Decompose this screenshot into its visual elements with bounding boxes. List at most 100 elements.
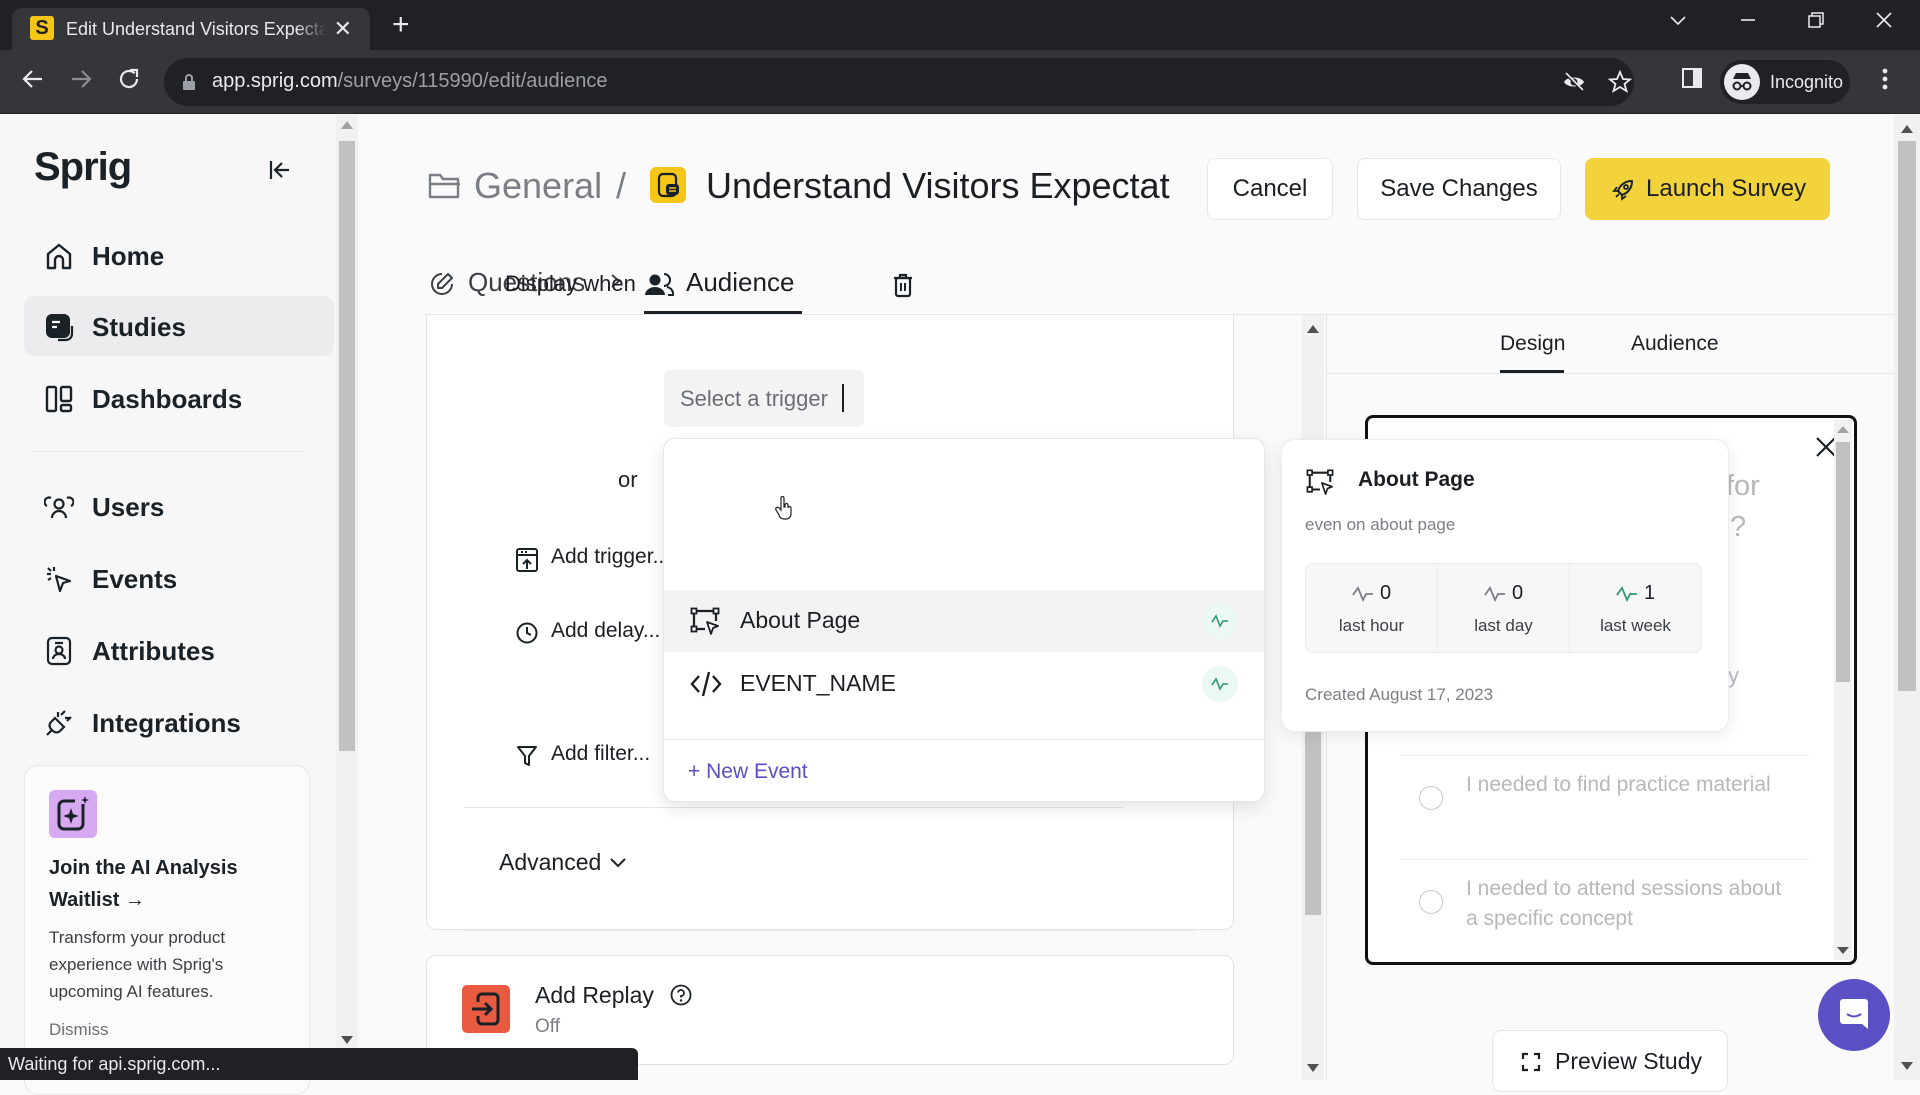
scroll-up-arrow-icon[interactable] <box>341 121 353 129</box>
side-panel-icon[interactable] <box>1680 66 1704 90</box>
sidebar-item-label: Dashboards <box>92 384 243 414</box>
minimize-icon[interactable] <box>1738 10 1758 30</box>
replay-icon <box>462 985 510 1033</box>
integrations-icon <box>44 708 74 738</box>
survey-option[interactable]: I needed to find practice material <box>1400 755 1810 847</box>
scrollbar-thumb[interactable] <box>1898 141 1916 691</box>
collapse-sidebar-icon[interactable] <box>268 159 292 181</box>
browser-menu-icon[interactable] <box>1880 66 1890 92</box>
add-trigger-icon <box>515 547 539 573</box>
survey-preview-scrollbar[interactable] <box>1834 420 1852 960</box>
scroll-down-arrow-icon[interactable] <box>1307 1064 1319 1072</box>
restore-icon[interactable] <box>1806 10 1826 30</box>
sidebar-item-studies[interactable]: Studies <box>24 296 334 356</box>
chat-icon <box>1838 997 1870 1033</box>
reload-icon[interactable] <box>116 66 142 92</box>
dropdown-option-label: About Page <box>740 607 861 633</box>
questions-edit-icon <box>428 270 456 298</box>
browser-tab[interactable]: S Edit Understand Visitors Expectat ✕ <box>12 8 370 50</box>
breadcrumb-folder[interactable]: General <box>428 165 602 207</box>
study-type-icon <box>650 167 686 203</box>
sidebar-item-label: Studies <box>92 312 186 342</box>
scroll-up-arrow-icon[interactable] <box>1307 325 1319 333</box>
eye-off-icon[interactable] <box>1562 70 1586 94</box>
dropdown-footer-divider <box>664 739 1264 740</box>
address-bar[interactable]: app.sprig.com/surveys/115990/edit/audien… <box>164 58 1634 106</box>
cancel-button[interactable]: Cancel <box>1207 158 1333 220</box>
advanced-toggle[interactable]: Advanced <box>499 849 627 876</box>
delete-trigger-icon[interactable] <box>892 272 914 298</box>
close-window-icon[interactable] <box>1874 10 1894 30</box>
launch-survey-button[interactable]: Launch Survey <box>1585 158 1830 220</box>
scroll-up-arrow-icon[interactable] <box>1901 125 1913 133</box>
dropdown-option-event-name[interactable]: EVENT_NAME <box>664 653 1264 715</box>
scroll-down-arrow-icon[interactable] <box>341 1036 353 1044</box>
sprig-favicon-icon: S <box>30 16 54 40</box>
url-host: app.sprig.com <box>212 70 338 92</box>
radio-button[interactable] <box>1419 890 1443 914</box>
sidebar-item-dashboards[interactable]: Dashboards <box>24 368 334 428</box>
sidebar-item-label: Users <box>92 492 165 522</box>
sidebar-scrollbar[interactable] <box>336 115 358 1050</box>
activity-pulse-icon <box>1202 603 1238 639</box>
radio-button[interactable] <box>1419 786 1443 810</box>
trigger-placeholder: Select a trigger <box>680 386 828 411</box>
launch-survey-label: Launch Survey <box>1646 175 1807 202</box>
users-icon <box>44 492 74 522</box>
close-tab-icon[interactable]: ✕ <box>334 16 352 42</box>
scrollbar-thumb[interactable] <box>339 141 355 751</box>
survey-option-label: I needed to find practice material <box>1466 773 1771 796</box>
replay-status: Off <box>535 1016 560 1037</box>
scrollbar-thumb[interactable] <box>1836 442 1850 682</box>
sidebar-item-integrations[interactable]: Integrations <box>24 692 334 752</box>
survey-option[interactable]: I needed to attend sessions about a spec… <box>1400 859 1810 951</box>
browser-tab-bar: S Edit Understand Visitors Expectat ✕ + <box>0 0 1920 50</box>
folder-icon <box>428 171 462 201</box>
sidebar-item-attributes[interactable]: Attributes <box>24 620 334 680</box>
forward-icon[interactable] <box>68 66 94 92</box>
scrollbar-thumb[interactable] <box>1305 715 1321 915</box>
activity-pulse-icon <box>1484 585 1506 603</box>
sidebar-item-users[interactable]: Users <box>24 476 334 536</box>
survey-question-fragment: for <box>1726 470 1760 502</box>
preview-tab-design[interactable]: Design <box>1500 332 1565 356</box>
tab-search-chevron-icon[interactable] <box>1668 10 1688 30</box>
back-icon[interactable] <box>20 66 46 92</box>
study-title[interactable]: Understand Visitors Expectat <box>706 165 1170 207</box>
scroll-down-arrow-icon[interactable] <box>1837 947 1849 954</box>
ai-sparkle-icon <box>49 790 97 838</box>
lock-icon[interactable] <box>182 73 196 91</box>
sidebar-item-events[interactable]: Events <box>24 548 334 608</box>
sidebar-item-home[interactable]: Home <box>24 225 334 285</box>
scroll-up-arrow-icon[interactable] <box>1837 426 1849 433</box>
survey-question-fragment: ? <box>1730 511 1747 543</box>
advanced-label: Advanced <box>499 849 602 875</box>
new-tab-button[interactable]: + <box>392 8 410 42</box>
sidebar-item-label: Attributes <box>92 636 215 666</box>
sidebar: Sprig Home Studies Dashboards Users Even… <box>0 115 336 1095</box>
page-scrollbar[interactable] <box>1894 115 1920 1080</box>
dropdown-option-about-page[interactable]: About Page <box>664 590 1264 652</box>
preview-study-button[interactable]: Preview Study <box>1492 1030 1728 1092</box>
chevron-down-icon <box>609 856 627 870</box>
trigger-select-input[interactable]: Select a trigger <box>664 370 864 427</box>
promo-dismiss-button[interactable]: Dismiss <box>49 1020 109 1040</box>
step-audience[interactable]: Audience <box>686 267 794 298</box>
scroll-down-arrow-icon[interactable] <box>1901 1062 1913 1070</box>
new-event-button[interactable]: + New Event <box>688 760 808 784</box>
profile-incognito-button[interactable]: Incognito <box>1720 60 1850 104</box>
help-icon[interactable] <box>670 984 692 1006</box>
save-changes-button[interactable]: Save Changes <box>1357 158 1561 220</box>
sprig-logo[interactable]: Sprig <box>34 145 132 190</box>
bookmark-star-icon[interactable] <box>1608 70 1632 94</box>
preview-tab-audience[interactable]: Audience <box>1631 332 1719 356</box>
url-text[interactable]: app.sprig.com/surveys/115990/edit/audien… <box>212 70 607 93</box>
display-when-label: Display when <box>505 271 636 296</box>
section-divider <box>464 930 1194 931</box>
support-chat-button[interactable] <box>1818 979 1890 1051</box>
add-delay-label: Add delay... <box>551 619 661 642</box>
activity-pulse-icon <box>1352 585 1374 603</box>
activity-pulse-icon <box>1616 585 1638 603</box>
promo-title-link[interactable]: Join the AI Analysis Waitlist → <box>49 852 289 916</box>
page-url-event-icon <box>1306 468 1334 496</box>
